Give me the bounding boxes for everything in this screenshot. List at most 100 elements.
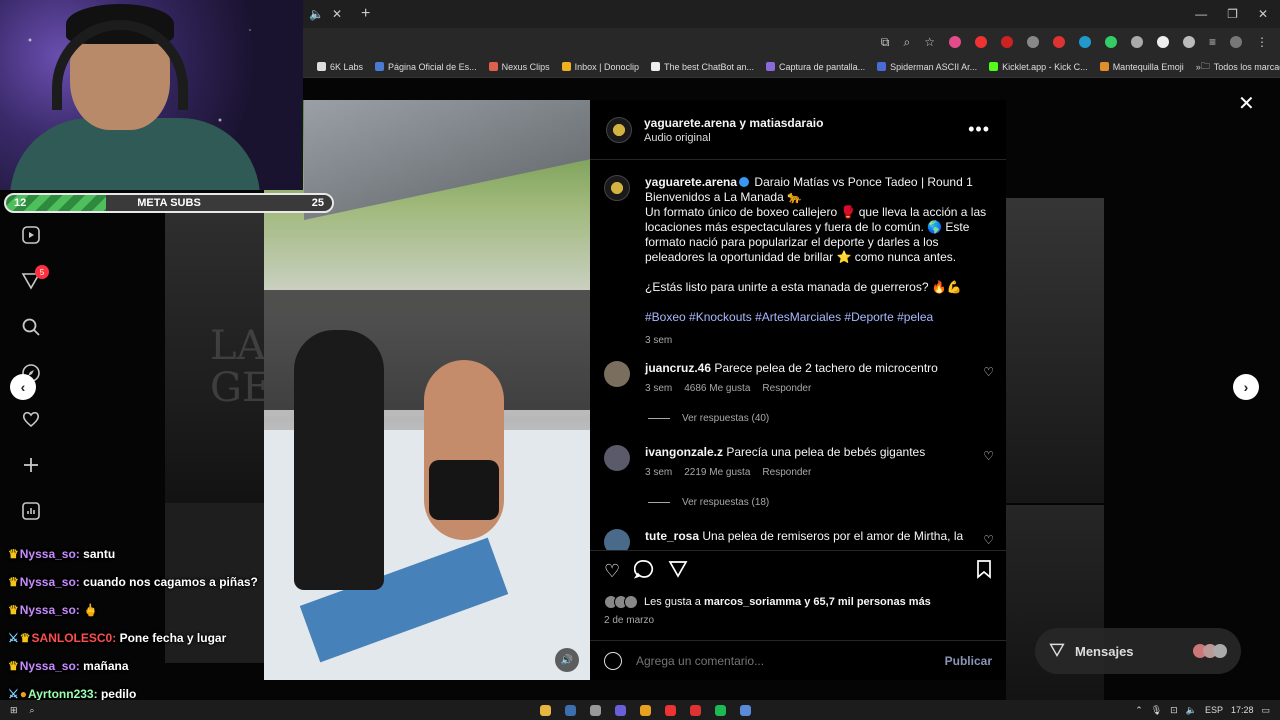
window-close-icon[interactable]: ✕ bbox=[1258, 7, 1268, 21]
like-icon[interactable]: ♡ bbox=[604, 561, 620, 582]
likes-user[interactable]: marcos_soriamma bbox=[704, 596, 801, 608]
save-icon[interactable] bbox=[976, 559, 992, 584]
extension-icon[interactable] bbox=[1026, 36, 1039, 48]
extension-icon[interactable] bbox=[948, 36, 961, 48]
close-icon[interactable]: ✕ bbox=[1238, 94, 1255, 114]
comment-likes[interactable]: 4686 Me gusta bbox=[684, 381, 750, 396]
view-replies-button[interactable]: Ver respuestas (40) bbox=[648, 413, 769, 424]
minimize-icon[interactable]: — bbox=[1195, 7, 1207, 21]
app-icon[interactable] bbox=[590, 704, 601, 716]
discord-icon[interactable] bbox=[615, 704, 626, 716]
audio-icon[interactable]: 🔈 bbox=[309, 7, 324, 21]
likes-suffix[interactable]: y 65,7 mil personas más bbox=[804, 596, 931, 608]
extensions-puzzle-icon[interactable] bbox=[1182, 36, 1195, 48]
browser-tab[interactable]: 🔈 ✕ bbox=[303, 0, 357, 28]
comment-username[interactable]: ivangonzale.z bbox=[645, 445, 723, 459]
share-icon[interactable] bbox=[668, 559, 688, 584]
avatar[interactable] bbox=[604, 361, 630, 387]
profile-avatar[interactable] bbox=[1230, 36, 1242, 48]
bookmark-star-icon[interactable]: ☆ bbox=[924, 35, 935, 49]
caption-hashtags[interactable]: #Boxeo #Knockouts #ArtesMarciales #Depor… bbox=[645, 310, 990, 325]
post-audio[interactable]: Audio original bbox=[644, 132, 823, 144]
extension-icon[interactable] bbox=[1078, 36, 1091, 48]
publish-button[interactable]: Publicar bbox=[945, 654, 992, 668]
extension-icon[interactable] bbox=[974, 36, 987, 48]
clock[interactable]: 17:28 bbox=[1231, 705, 1254, 715]
zoom-icon[interactable]: ⌕ bbox=[903, 35, 910, 50]
mute-toggle-icon[interactable]: 🔊 bbox=[555, 648, 579, 672]
likes-summary[interactable]: Les gusta a marcos_soriamma y 65,7 mil p… bbox=[604, 595, 992, 609]
tray-expand-icon[interactable]: ⌃ bbox=[1135, 705, 1143, 716]
post-authors[interactable]: yaguarete.arena y matiasdaraio bbox=[644, 116, 823, 130]
spotify-icon[interactable] bbox=[715, 704, 726, 716]
comment-input[interactable] bbox=[636, 653, 945, 668]
emoji-icon[interactable] bbox=[604, 651, 622, 670]
all-bookmarks-folder[interactable]: 🗀 Todos los marcadores bbox=[1201, 59, 1280, 75]
windows-start-icon[interactable]: ⊞ bbox=[10, 705, 18, 716]
like-comment-icon[interactable]: ♡ bbox=[983, 449, 994, 463]
like-comment-icon[interactable]: ♡ bbox=[983, 533, 994, 547]
extension-icon[interactable] bbox=[1052, 36, 1065, 48]
file-explorer-icon[interactable] bbox=[540, 704, 551, 716]
microphone-icon[interactable]: 🎙 bbox=[1151, 705, 1162, 716]
avatar[interactable] bbox=[604, 529, 630, 550]
comments-section[interactable]: yaguarete.arena Daraio Matías vs Ponce T… bbox=[590, 161, 1006, 550]
chrome-icon[interactable] bbox=[640, 704, 651, 716]
reading-list-icon[interactable]: ≡ bbox=[1209, 35, 1216, 49]
install-app-icon[interactable]: ⧉ bbox=[881, 35, 890, 50]
post-video[interactable] bbox=[264, 100, 590, 680]
bookmark-item[interactable]: Kicklet.app - Kick C... bbox=[983, 62, 1094, 72]
notifications-icon[interactable] bbox=[19, 407, 43, 431]
avatar[interactable] bbox=[604, 445, 630, 471]
brave-icon[interactable] bbox=[665, 704, 676, 716]
network-icon[interactable]: ⊡ bbox=[1170, 705, 1178, 716]
volume-icon[interactable]: 🔈 bbox=[1186, 705, 1197, 716]
messages-icon[interactable]: 5 bbox=[19, 265, 49, 293]
comment-username[interactable]: tute_rosa bbox=[645, 529, 699, 543]
caption-username[interactable]: yaguarete.arena bbox=[645, 175, 737, 189]
bookmark-item[interactable]: Captura de pantalla... bbox=[760, 62, 871, 72]
bookmark-item[interactable]: Nexus Clips bbox=[483, 62, 556, 72]
bookmark-item[interactable]: 6K Labs bbox=[311, 62, 369, 72]
create-icon[interactable] bbox=[19, 453, 43, 477]
comment-username[interactable]: juancruz.46 bbox=[645, 361, 711, 375]
extension-icon[interactable] bbox=[1104, 36, 1117, 48]
reply-button[interactable]: Responder bbox=[762, 381, 811, 396]
reels-icon[interactable] bbox=[19, 223, 43, 247]
bookmark-item[interactable]: Inbox | Donoclip bbox=[556, 62, 645, 72]
dashboard-icon[interactable] bbox=[19, 499, 43, 523]
previous-post-button[interactable]: ‹ bbox=[10, 374, 36, 400]
bookmark-item[interactable]: Mantequilla Emoji bbox=[1094, 62, 1190, 72]
close-tab-icon[interactable]: ✕ bbox=[332, 7, 342, 21]
bookmark-item[interactable]: Página Oficial de Es... bbox=[369, 62, 483, 72]
search-icon[interactable] bbox=[19, 315, 43, 339]
comment-icon[interactable] bbox=[633, 559, 654, 584]
steam-icon[interactable] bbox=[565, 704, 576, 716]
reply-button[interactable]: Responder bbox=[762, 465, 811, 480]
like-comment-icon[interactable]: ♡ bbox=[983, 365, 994, 379]
messages-button[interactable]: Mensajes bbox=[1035, 628, 1241, 674]
view-replies-button[interactable]: Ver respuestas (18) bbox=[648, 497, 769, 508]
new-tab-button[interactable]: + bbox=[361, 5, 370, 23]
avatar[interactable] bbox=[606, 116, 632, 143]
bookmark-item[interactable]: Spiderman ASCII Ar... bbox=[871, 62, 983, 72]
app-icon[interactable] bbox=[740, 704, 751, 716]
youtube-icon[interactable] bbox=[690, 704, 701, 716]
avatar[interactable] bbox=[604, 175, 630, 201]
extension-icon[interactable] bbox=[1130, 36, 1143, 48]
taskbar-search-icon[interactable]: ⌕ bbox=[30, 705, 35, 716]
browser-menu-icon[interactable]: ⋮ bbox=[1256, 35, 1268, 49]
comment: ivangonzale.z Parecía una pelea de bebés… bbox=[604, 445, 994, 480]
extension-icon[interactable] bbox=[1156, 36, 1169, 48]
more-options-icon[interactable]: ••• bbox=[968, 119, 990, 140]
notification-center-icon[interactable]: ▭ bbox=[1261, 705, 1270, 716]
restore-icon[interactable]: ❐ bbox=[1227, 7, 1238, 21]
chat-user: Nyssa_so: bbox=[19, 547, 80, 561]
adblock-icon[interactable] bbox=[1000, 36, 1013, 48]
comment-likes[interactable]: 2219 Me gusta bbox=[684, 465, 750, 480]
keyboard-language[interactable]: ESP bbox=[1205, 705, 1223, 715]
messages-icon bbox=[1049, 642, 1065, 661]
caption-title: Daraio Matías vs Ponce Tadeo | Round 1 bbox=[754, 175, 973, 189]
next-post-button[interactable]: › bbox=[1233, 374, 1259, 400]
bookmark-item[interactable]: The best ChatBot an... bbox=[645, 62, 760, 72]
